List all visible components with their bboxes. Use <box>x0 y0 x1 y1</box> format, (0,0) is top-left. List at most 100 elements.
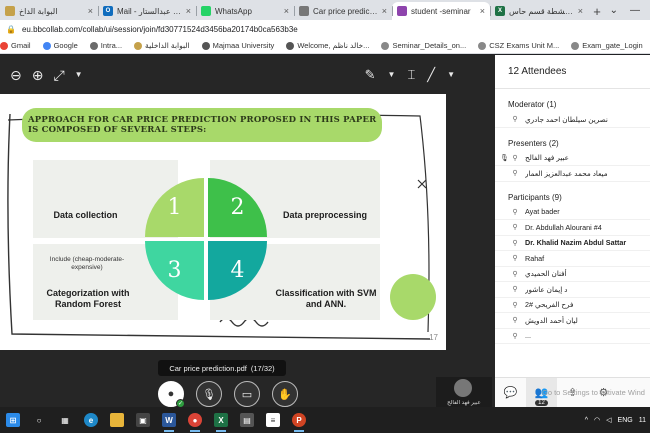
slide-canvas: Approach for car price prediction propos… <box>0 94 446 350</box>
task-view-icon: ▦ <box>61 415 69 425</box>
annotation-toolbar: ✎ ▼ ⌶ ╱ ▼ <box>365 67 455 83</box>
bookmark-item[interactable]: البوابة الداخلية <box>134 41 190 50</box>
language-indicator[interactable]: ENG <box>618 417 633 424</box>
chevron-down-icon[interactable]: ▼ <box>447 67 455 83</box>
bookmark-item[interactable]: Seminar_Details_on... <box>381 41 466 50</box>
close-icon[interactable]: × <box>382 6 387 16</box>
zoom-in-icon[interactable]: ⊕ <box>32 67 44 84</box>
person-icon: ⚲ <box>512 286 518 294</box>
text-tool-icon[interactable]: ⌶ <box>407 67 415 83</box>
attendee-row[interactable]: ⚲... <box>495 329 650 344</box>
bookmark-item[interactable]: Intra... <box>89 41 122 50</box>
bookmark-favicon-icon <box>286 41 295 50</box>
close-icon[interactable]: × <box>284 6 289 16</box>
microphone-button[interactable]: 🎙 <box>196 381 222 407</box>
person-icon: ⚲ <box>512 224 518 232</box>
camera-button[interactable]: ▭ <box>234 381 260 407</box>
fit-screen-icon[interactable]: ⤢ <box>53 67 64 84</box>
browser-tab[interactable]: WhatsApp × <box>196 2 294 20</box>
bookmark-item[interactable]: Exam_gate_Login <box>571 41 643 50</box>
url-text[interactable]: eu.bbcollab.com/collab/ui/session/join/f… <box>22 25 298 34</box>
attendee-row[interactable]: 🎙 ⚲ عبير فهد الفالح <box>495 151 650 166</box>
my-status-button[interactable]: ● ✓ <box>158 381 185 408</box>
file-explorer-button[interactable] <box>104 407 130 433</box>
onenote-button[interactable]: ≡ <box>260 407 286 433</box>
new-tab-button[interactable]: + <box>588 2 606 20</box>
powerpoint-button[interactable]: P <box>286 407 312 433</box>
close-icon[interactable]: × <box>186 6 191 16</box>
chat-tab[interactable]: 💬 <box>495 378 526 408</box>
browser-tab[interactable]: O Mail - ناظم عبدالستار × <box>98 2 196 20</box>
search-button[interactable]: ○ <box>26 407 52 433</box>
zoom-out-icon[interactable]: ⊖ <box>10 67 22 84</box>
chevron-up-icon[interactable]: ^ <box>585 417 588 424</box>
folder-icon <box>110 413 124 427</box>
attendee-row[interactable]: ⚲ Ayat bader <box>495 205 650 220</box>
bookmark-label: Majmaa University <box>212 41 275 50</box>
bookmark-label: Exam_gate_Login <box>582 41 643 50</box>
wifi-icon[interactable]: ◠ <box>594 416 600 424</box>
close-icon[interactable]: × <box>578 6 583 16</box>
browser-tab[interactable]: student -seminar × <box>392 2 490 20</box>
bookmark-favicon-icon <box>478 41 487 50</box>
attendee-name: ميعاد محمد عبدالعزيز العمار <box>525 168 608 178</box>
start-button[interactable]: ⊞ <box>0 407 26 433</box>
task-view-button[interactable]: ▦ <box>52 407 78 433</box>
attendee-row[interactable]: ⚲ Dr. Khalid Nazim Abdul Sattar <box>495 236 650 251</box>
bookmark-item[interactable]: CSZ Exams Unit M... <box>478 41 559 50</box>
edge-button[interactable]: e <box>78 407 104 433</box>
attendee-row[interactable]: ⚲ نصرين سيلطان احمد جادري <box>495 112 650 128</box>
tab-favicon-icon: O <box>103 6 113 16</box>
chevron-down-icon[interactable]: ▼ <box>75 67 83 84</box>
attendee-row[interactable]: ⚲ أفنان الحميدي <box>495 267 650 282</box>
attendee-row[interactable]: ⚲ د إيمان عاشور <box>495 282 650 298</box>
file-name: Car price prediction.pdf <box>169 363 247 373</box>
speaker-video-tile[interactable]: عبير فهد الفالح <box>436 377 492 407</box>
lock-icon[interactable]: 🔒 <box>6 25 16 34</box>
close-icon[interactable]: × <box>480 6 485 16</box>
address-bar[interactable]: 🔒 eu.bbcollab.com/collab/ui/session/join… <box>0 20 650 38</box>
chrome-button[interactable]: ● <box>182 407 208 433</box>
moderator-section-label: Moderator (1) <box>508 100 557 109</box>
attendee-row[interactable]: ⚲ Dr. Abdullah Alourani #4 <box>495 220 650 236</box>
attendee-row[interactable]: ⚲ ليان أحمد الدويش <box>495 313 650 329</box>
bookmark-item[interactable]: Welcome, خالد ناظم... <box>286 41 369 50</box>
volume-icon[interactable]: ◁ <box>606 416 611 424</box>
raise-hand-button[interactable]: ✋ <box>272 381 298 407</box>
browser-tab[interactable]: Car price prediction × <box>294 2 392 20</box>
store-button[interactable]: ▣ <box>130 407 156 433</box>
bookmark-favicon-icon <box>42 41 51 50</box>
tab-favicon-icon <box>299 6 309 16</box>
attendee-row[interactable]: ⚲ Rahaf <box>495 251 650 267</box>
minimize-icon[interactable]: — <box>630 5 640 16</box>
attendee-name: Ayat bader <box>525 207 560 217</box>
close-icon[interactable]: × <box>88 6 93 16</box>
pen-icon[interactable]: ✎ <box>365 67 376 83</box>
attendee-row[interactable]: ⚲ ميعاد محمد عبدالعزيز العمار <box>495 166 650 182</box>
browser-tab-strip: البوابة الداخ×OMail - ناظم عبدالستار×Wha… <box>0 0 650 20</box>
bookmark-item[interactable]: Majmaa University <box>201 41 275 50</box>
slide-page-number: 17 <box>429 333 438 342</box>
tab-title: Car price prediction <box>313 6 378 16</box>
mic-off-icon: 🎙 <box>202 388 216 401</box>
attendee-row[interactable]: ⚲ فرح الفريحي #2 <box>495 298 650 313</box>
bookmark-label: Gmail <box>11 41 31 50</box>
bookmark-label: Google <box>53 41 78 50</box>
word-button[interactable]: W <box>156 407 182 433</box>
browser-tab[interactable]: X ملف انشطة قسم حاس × <box>490 2 588 20</box>
bookmark-label: البوابة الداخلية <box>145 41 190 50</box>
excel-icon: X <box>214 413 228 427</box>
bookmark-item[interactable]: Gmail <box>0 41 31 50</box>
line-tool-icon[interactable]: ╱ <box>427 67 435 83</box>
bookmark-item[interactable]: Google <box>42 41 78 50</box>
tab-search-icon[interactable]: ⌄ <box>610 5 618 16</box>
calculator-button[interactable]: ▤ <box>234 407 260 433</box>
chevron-down-icon[interactable]: ▼ <box>388 67 396 83</box>
excel-button[interactable]: X <box>208 407 234 433</box>
browser-tab[interactable]: البوابة الداخ × <box>0 2 98 20</box>
file-page-counter: (17/32) <box>250 363 275 373</box>
slide-title-bar: Approach for car price prediction propos… <box>22 108 382 142</box>
windows-icon: ⊞ <box>6 413 20 427</box>
bookmark-label: CSZ Exams Unit M... <box>489 41 560 50</box>
clock[interactable]: 11 <box>639 417 646 424</box>
